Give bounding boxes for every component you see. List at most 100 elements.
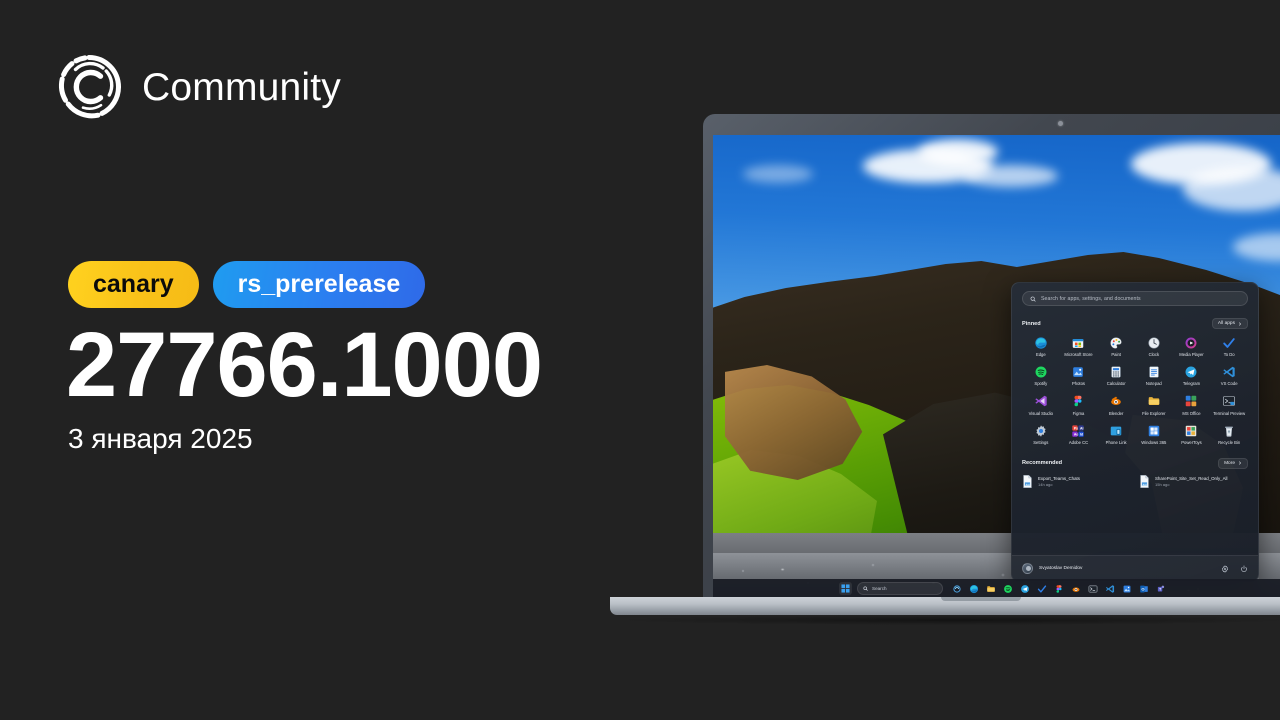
power-icon[interactable] — [1240, 565, 1248, 573]
laptop-lid: Search for apps, settings, and documents… — [703, 114, 1280, 598]
pinned-app-blender[interactable]: Blender — [1097, 394, 1135, 416]
pinned-app-calculator[interactable]: Calculator — [1097, 364, 1135, 386]
pinned-app-label: Phone Link — [1105, 440, 1127, 446]
pinned-app-label: Clock — [1148, 352, 1160, 357]
taskbar: Search O T — [713, 579, 1280, 598]
recommended-item-meta: 15h ago — [1155, 481, 1170, 487]
chevron-right-icon — [1239, 461, 1242, 465]
pinned-app-recycle-bin[interactable]: Recycle Bin — [1210, 423, 1248, 445]
pinned-header: Pinned All apps — [1022, 318, 1248, 329]
svg-text:O: O — [1141, 586, 1144, 591]
pinned-app-adobe-cc[interactable]: Ps Ai Ae Id Adobe CC — [1060, 423, 1098, 445]
pinned-app-label: Edge — [1035, 352, 1046, 357]
pinned-app-photos[interactable]: Photos — [1060, 364, 1098, 386]
pinned-app-label: File Explorer — [1142, 410, 1166, 416]
windows-start-icon[interactable] — [839, 582, 852, 595]
slide-canvas: Community canary rs_prerelease 27766.100… — [0, 0, 1280, 720]
photos-icon[interactable] — [1121, 583, 1133, 595]
spotify-icon[interactable] — [1002, 583, 1014, 595]
vs-code-icon[interactable] — [1104, 583, 1116, 595]
svg-text:Ai: Ai — [1080, 426, 1084, 430]
pinned-app-ms-office[interactable]: MS Office — [1173, 394, 1211, 416]
avatar-icon[interactable] — [1022, 563, 1033, 574]
brand-logo: Community — [54, 52, 341, 122]
pinned-app-figma[interactable]: Figma — [1060, 394, 1098, 416]
pinned-app-to-do[interactable]: To Do — [1210, 335, 1248, 357]
taskbar-search-input[interactable]: Search — [857, 582, 943, 595]
chevron-right-icon — [1239, 321, 1242, 326]
svg-text:Ps: Ps — [1074, 426, 1078, 430]
more-button[interactable]: More — [1218, 457, 1248, 469]
pinned-app-paint[interactable]: Paint — [1097, 335, 1135, 357]
all-apps-button[interactable]: All apps — [1211, 318, 1248, 329]
file-explorer-icon — [1146, 394, 1161, 409]
search-icon — [863, 586, 868, 591]
start-search-input[interactable]: Search for apps, settings, and documents — [1022, 291, 1248, 306]
pinned-app-label: Recycle Bin — [1218, 440, 1241, 446]
pinned-app-file-explorer[interactable]: File Explorer — [1135, 394, 1173, 416]
recommended-item[interactable]: Export_Teams_Chats 14h ago — [1022, 474, 1131, 488]
media-player-icon — [1184, 335, 1199, 350]
recommended-item[interactable]: SharePoint_Site_Set_Read_Only_All 15h ag… — [1139, 474, 1248, 488]
notepad-icon — [1146, 364, 1161, 379]
pinned-app-phone-link[interactable]: Phone Link — [1097, 423, 1135, 445]
build-number: 27766.1000 — [66, 314, 543, 416]
gear-icon[interactable] — [1221, 564, 1229, 573]
pinned-app-windows-365[interactable]: Windows 365 — [1135, 423, 1173, 445]
blender-icon — [1109, 394, 1124, 409]
document-icon — [1023, 474, 1032, 488]
pinned-app-telegram[interactable]: Telegram — [1173, 364, 1211, 386]
pinned-app-clock[interactable]: Clock — [1135, 335, 1173, 357]
copilot-icon[interactable] — [951, 583, 963, 595]
pinned-title: Pinned — [1022, 320, 1041, 327]
channel-badge: canary — [68, 261, 199, 308]
start-menu[interactable]: Search for apps, settings, and documents… — [1011, 282, 1259, 582]
all-apps-label: All apps — [1217, 321, 1235, 326]
file-explorer-icon[interactable] — [985, 583, 997, 595]
spotify-icon — [1033, 364, 1048, 379]
laptop-base — [610, 597, 1280, 615]
pinned-app-visual-studio[interactable]: Visual Studio — [1022, 394, 1060, 416]
pinned-app-terminal-preview[interactable]: Terminal Preview — [1210, 394, 1248, 416]
pinned-app-label: Adobe CC — [1068, 440, 1089, 446]
pinned-apps-grid: Edge Microsoft Store Paint Clock Media P… — [1022, 335, 1248, 446]
search-icon — [1030, 296, 1036, 302]
visual-studio-icon — [1033, 394, 1048, 409]
paint-icon — [1109, 335, 1124, 350]
branch-badge: rs_prerelease — [212, 261, 426, 308]
teams-icon[interactable]: T — [1155, 583, 1167, 595]
terminal-icon[interactable] — [1087, 583, 1099, 595]
to-do-icon[interactable] — [1036, 583, 1048, 595]
pinned-app-label: VS Code — [1220, 381, 1238, 387]
edge-icon[interactable] — [968, 583, 980, 595]
outlook-icon[interactable]: O — [1138, 583, 1150, 595]
pinned-app-label: Paint — [1111, 352, 1121, 357]
pinned-app-spotify[interactable]: Spotify — [1022, 364, 1060, 386]
pinned-app-label: Windows 365 — [1141, 440, 1167, 446]
windows-365-icon — [1146, 423, 1161, 438]
pinned-app-edge[interactable]: Edge — [1022, 335, 1060, 357]
start-menu-footer: Svyatoslav Demidov — [1012, 555, 1258, 581]
start-search-placeholder: Search for apps, settings, and documents — [1041, 295, 1141, 302]
release-date: 3 января 2025 — [68, 423, 253, 454]
brand-title: Community — [142, 65, 342, 109]
pinned-app-notepad[interactable]: Notepad — [1135, 364, 1173, 386]
pinned-app-settings[interactable]: Settings — [1022, 423, 1060, 445]
telegram-icon[interactable] — [1019, 583, 1031, 595]
pinned-app-powertoys[interactable]: PowerToys — [1173, 423, 1211, 445]
edge-icon — [1033, 335, 1048, 350]
pinned-app-media-player[interactable]: Media Player — [1173, 335, 1211, 357]
photos-icon — [1071, 364, 1086, 379]
recommended-item-name: SharePoint_Site_Set_Read_Only_All — [1155, 475, 1228, 481]
release-badges: canary rs_prerelease — [68, 261, 426, 308]
pinned-app-label: Terminal Preview — [1213, 410, 1246, 416]
pinned-app-label: To Do — [1223, 352, 1235, 357]
svg-text:Id: Id — [1080, 432, 1083, 436]
pinned-app-microsoft-store[interactable]: Microsoft Store — [1060, 335, 1098, 357]
vs-code-icon — [1222, 364, 1237, 379]
pinned-app-label: Media Player — [1179, 352, 1204, 357]
pinned-app-label: Visual Studio — [1028, 410, 1054, 416]
figma-icon[interactable] — [1053, 583, 1065, 595]
blender-icon[interactable] — [1070, 583, 1082, 595]
pinned-app-vs-code[interactable]: VS Code — [1210, 364, 1248, 386]
